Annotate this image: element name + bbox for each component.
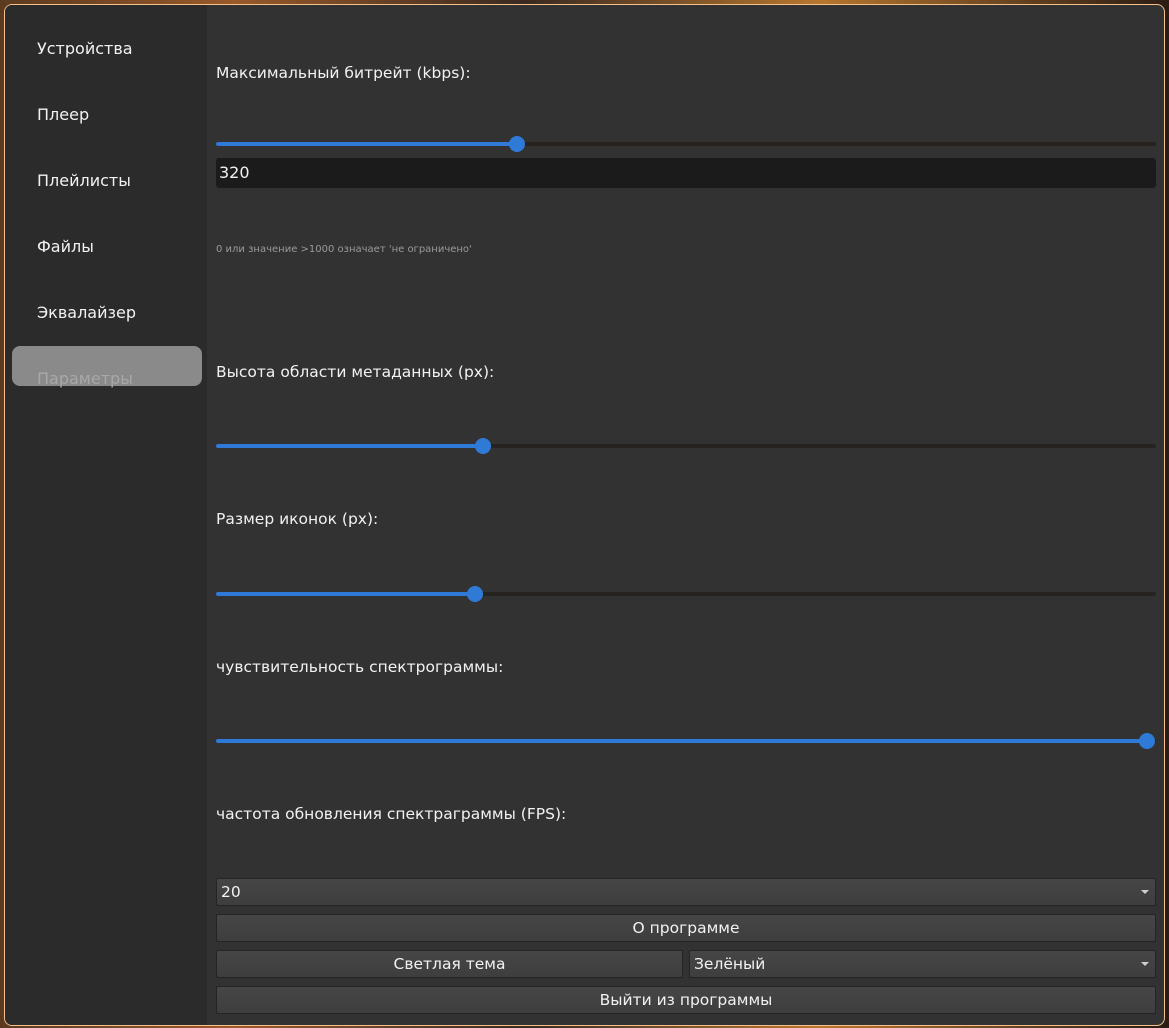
- spectrogram-sensitivity-slider[interactable]: [216, 733, 1156, 749]
- chevron-down-icon: [1141, 962, 1149, 966]
- chevron-down-icon: [1141, 890, 1149, 894]
- slider-fill: [216, 739, 1147, 743]
- sidebar-item-label: Файлы: [37, 237, 94, 256]
- icon-size-slider[interactable]: [216, 586, 1156, 602]
- slider-fill: [216, 592, 476, 596]
- bitrate-label: Максимальный битрейт (kbps):: [216, 64, 471, 82]
- exit-button[interactable]: Выйти из программы: [216, 986, 1156, 1014]
- slider-thumb[interactable]: [508, 136, 525, 152]
- bitrate-input[interactable]: 320: [216, 158, 1156, 188]
- accent-color-value: Зелёный: [694, 955, 766, 973]
- light-theme-button[interactable]: Светлая тема: [216, 950, 683, 978]
- spectrogram-sensitivity-label: чувствительность спектрограммы:: [216, 658, 504, 676]
- sidebar-item-label: Плеер: [37, 105, 90, 124]
- slider-thumb[interactable]: [1138, 733, 1155, 749]
- settings-panel: Максимальный битрейт (kbps): 320 0 или з…: [216, 5, 1156, 1025]
- bitrate-slider[interactable]: [216, 136, 1156, 152]
- slider-fill: [216, 444, 483, 448]
- sidebar-item-files[interactable]: Файлы: [12, 227, 202, 267]
- sidebar-item-devices[interactable]: Устройства: [12, 29, 202, 69]
- slider-thumb[interactable]: [467, 586, 484, 602]
- slider-thumb[interactable]: [474, 438, 491, 454]
- bitrate-hint: 0 или значение >1000 означает 'не ограни…: [216, 244, 472, 255]
- metadata-height-slider[interactable]: [216, 438, 1156, 454]
- sidebar: Устройства Плеер Плейлисты Файлы Эквалай…: [5, 5, 207, 1025]
- about-button[interactable]: О программе: [216, 914, 1156, 942]
- settings-window: Устройства Плеер Плейлисты Файлы Эквалай…: [4, 4, 1165, 1026]
- sidebar-item-equalizer[interactable]: Эквалайзер: [12, 293, 202, 333]
- sidebar-item-label: Плейлисты: [37, 171, 131, 190]
- slider-fill: [216, 142, 517, 146]
- sidebar-item-playlists[interactable]: Плейлисты: [12, 161, 202, 201]
- metadata-height-label: Высота области метаданных (px):: [216, 363, 495, 381]
- accent-color-select[interactable]: Зелёный: [689, 950, 1156, 978]
- spectrogram-fps-label: частота обновления спектраграммы (FPS):: [216, 805, 567, 823]
- sidebar-item-label: Устройства: [37, 39, 133, 58]
- fps-select[interactable]: 20: [216, 878, 1156, 906]
- sidebar-item-player[interactable]: Плеер: [12, 95, 202, 135]
- sidebar-item-label: Эквалайзер: [37, 303, 137, 322]
- sidebar-item-settings[interactable]: Параметры: [12, 346, 202, 388]
- icon-size-label: Размер иконок (px):: [216, 510, 379, 528]
- fps-select-value: 20: [221, 883, 241, 901]
- sidebar-item-label: Параметры: [37, 369, 133, 388]
